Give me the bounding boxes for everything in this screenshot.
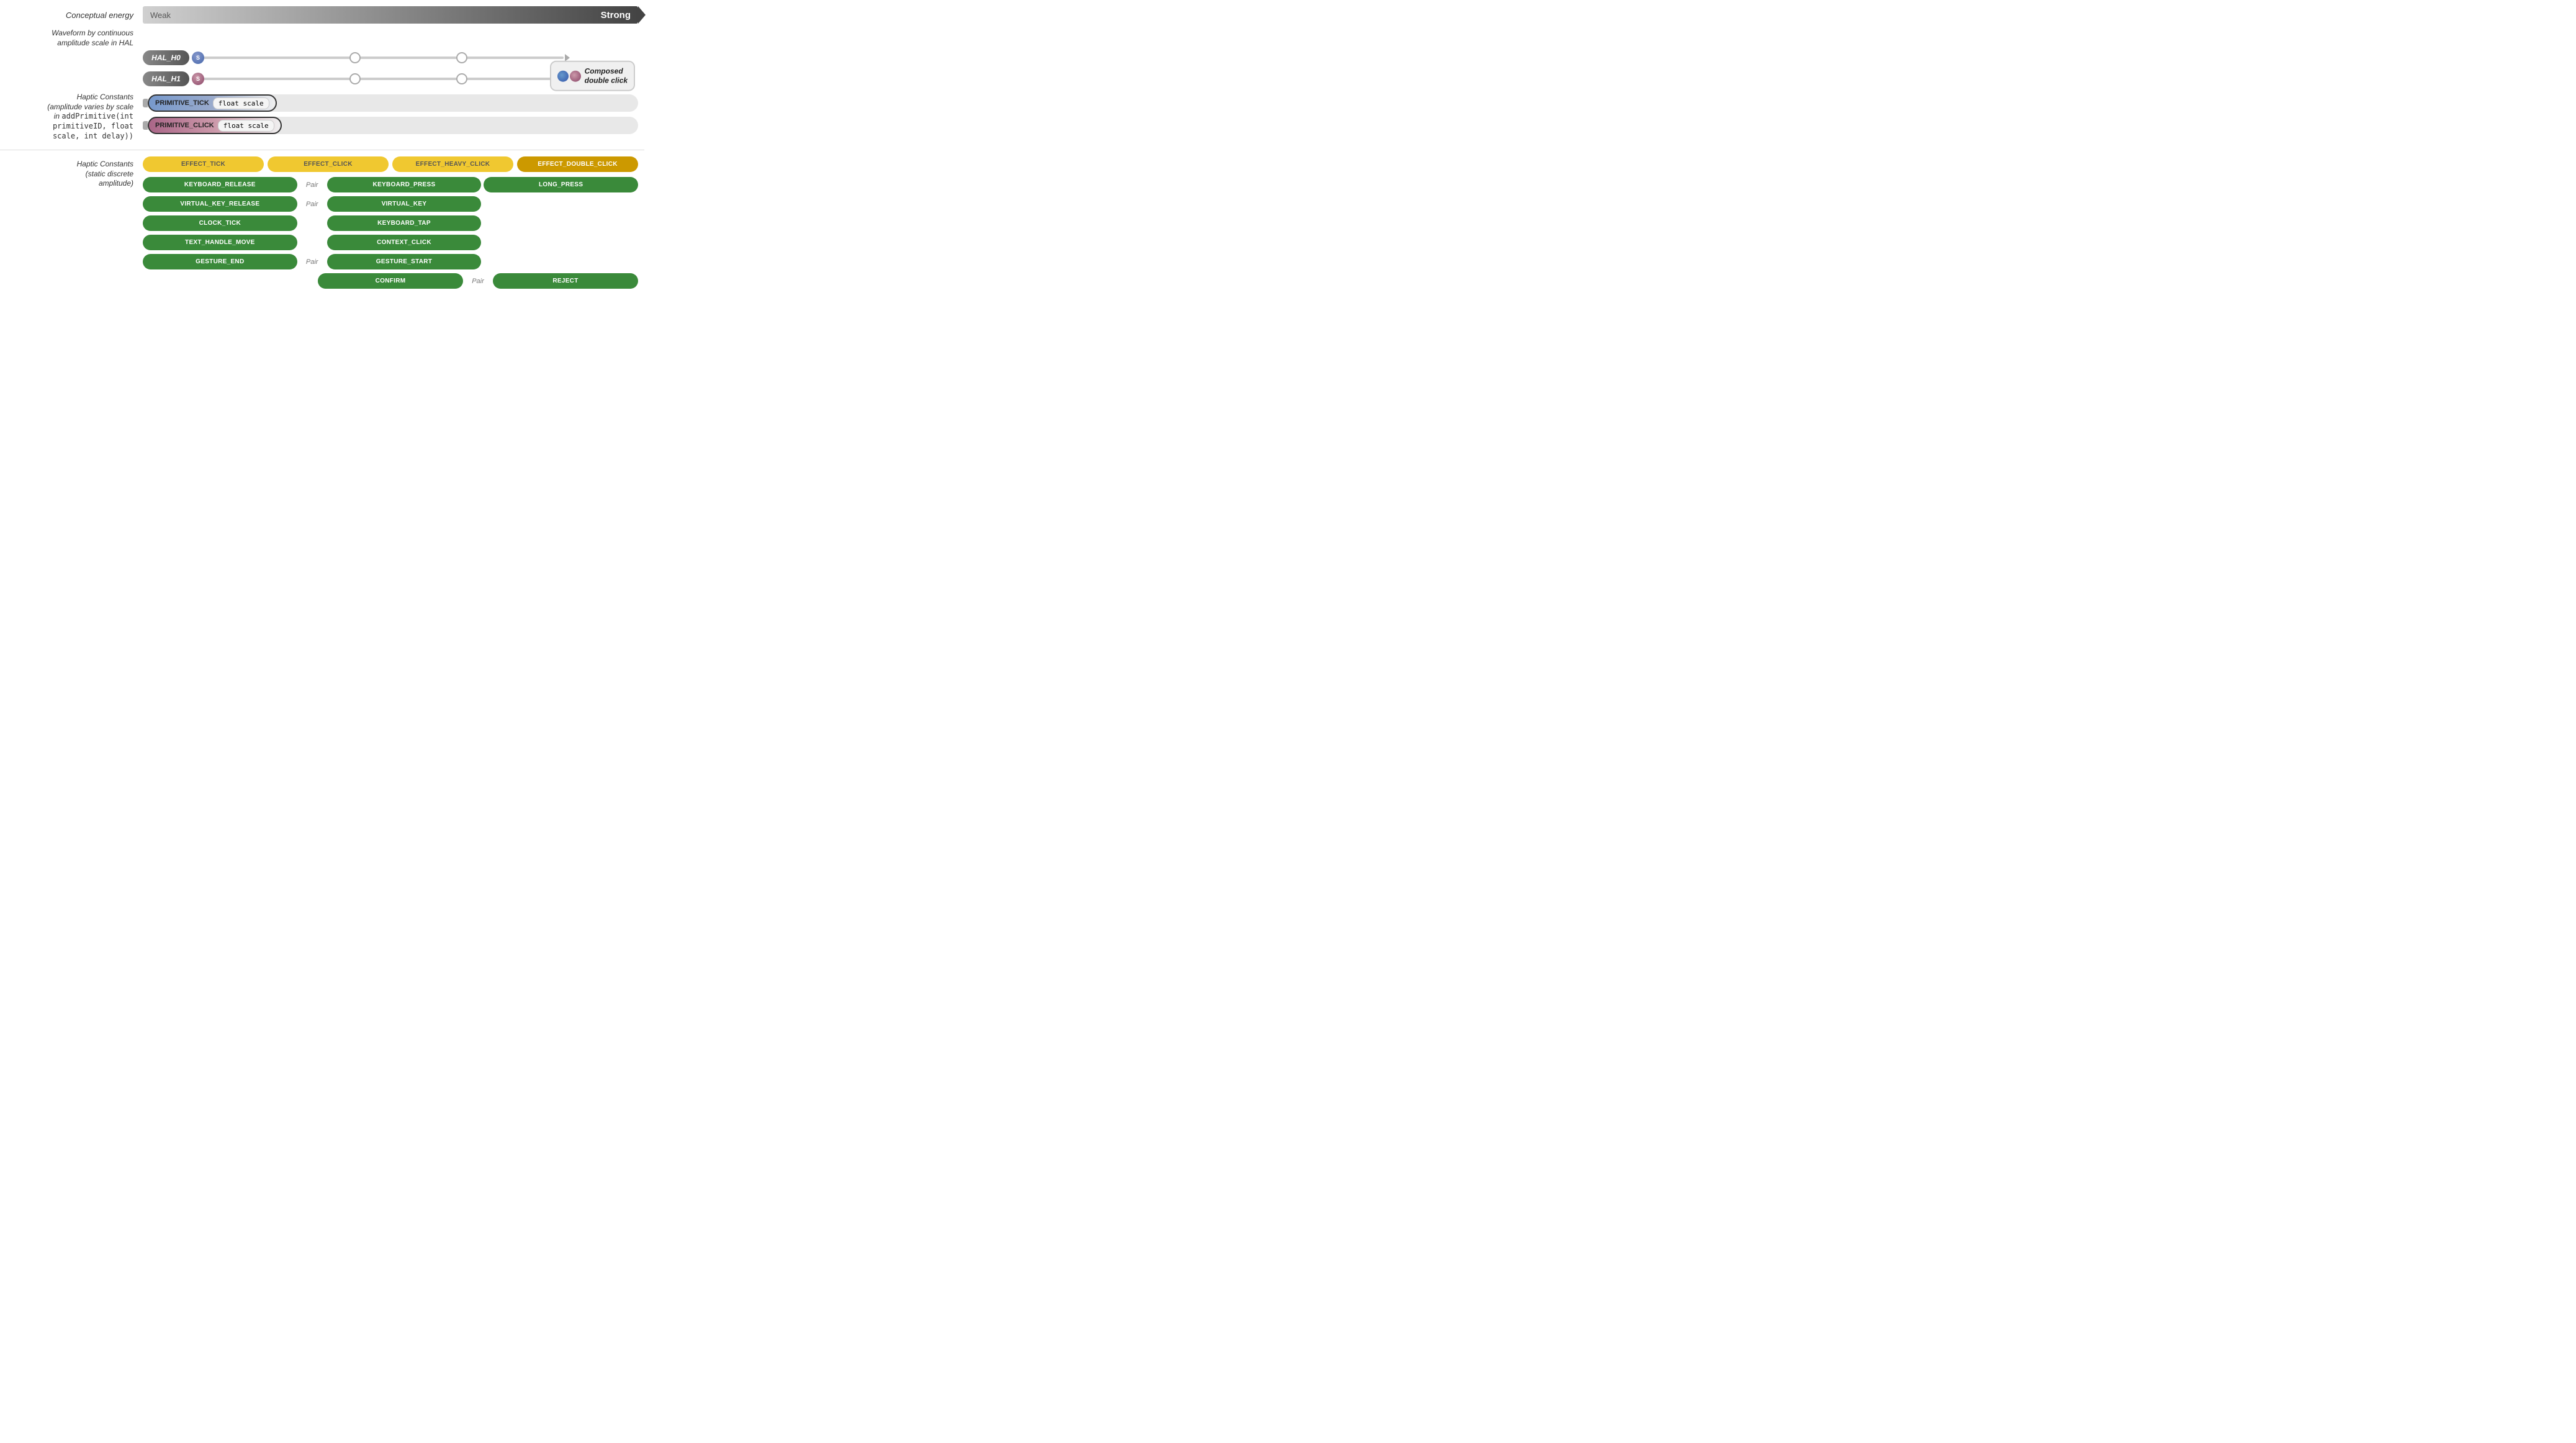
primitive-constants-label: Haptic Constants(amplitude varies by sca… [6, 93, 143, 141]
tick-pill-wrapper: PRIMITIVE_TICK float scale [148, 94, 277, 112]
blue-dot [557, 70, 569, 81]
hal-h1-mid2 [456, 73, 467, 84]
primitive-tick-row: PRIMITIVE_TICK float scale [143, 94, 638, 112]
virtual-key-button[interactable]: VIRTUAL_KEY [327, 196, 482, 212]
gesture-end-button[interactable]: GESTURE_END [143, 254, 297, 269]
waveform-label-row: Waveform by continuousamplitude scale in… [0, 29, 644, 48]
effects-row: EFFECT_TICK EFFECT_CLICK EFFECT_HEAVY_CL… [143, 156, 638, 172]
pink-dot [570, 70, 581, 81]
effect-double-click-button[interactable]: EFFECT_DOUBLE_CLICK [517, 156, 638, 172]
keyboard-release-row: KEYBOARD_RELEASE Pair KEYBOARD_PRESS LON… [143, 177, 638, 192]
energy-bar: Weak Strong [143, 6, 638, 24]
hal-h0-pill: HAL_H0 [143, 50, 189, 65]
reject-button[interactable]: REJECT [493, 273, 638, 289]
primitive-rows: PRIMITIVE_TICK float scale PRIMITIVE_CLI… [143, 94, 638, 139]
gesture-start-button[interactable]: GESTURE_START [327, 254, 482, 269]
composed-badge-text: Composeddouble click [585, 67, 628, 85]
confirm-row: CONFIRM Pair REJECT [143, 273, 638, 289]
main-container: Conceptual energy Weak Strong Waveform b… [0, 0, 644, 299]
keyboard-release-button[interactable]: KEYBOARD_RELEASE [143, 177, 297, 192]
hal-h1-track[interactable]: S [194, 78, 564, 80]
pair-label-5: Pair [300, 258, 325, 266]
text-handle-row: TEXT_HANDLE_MOVE CONTEXT_CLICK [143, 235, 638, 250]
primitive-tick-pill: PRIMITIVE_TICK float scale [148, 94, 277, 112]
waveform-label: Waveform by continuousamplitude scale in… [6, 29, 143, 48]
primitive-tick-scale: float scale [213, 97, 269, 109]
discrete-content: EFFECT_TICK EFFECT_CLICK EFFECT_HEAVY_CL… [143, 156, 638, 292]
hal-h1-pill: HAL_H1 [143, 71, 189, 86]
effect-heavy-click-button[interactable]: EFFECT_HEAVY_CLICK [392, 156, 513, 172]
long-press-button[interactable]: LONG_PRESS [484, 177, 638, 192]
conceptual-energy-label: Conceptual energy [6, 11, 143, 20]
primitive-click-pill: PRIMITIVE_CLICK float scale [148, 117, 282, 134]
hal-h1-row: HAL_H1 S Composeddouble click [143, 71, 564, 86]
hal-h1-start-dot: S [192, 73, 204, 85]
virtual-key-release-row: VIRTUAL_KEY_RELEASE Pair VIRTUAL_KEY [143, 196, 638, 212]
keyboard-tap-button[interactable]: KEYBOARD_TAP [327, 215, 482, 231]
primitive-click-row: PRIMITIVE_CLICK float scale [143, 117, 638, 134]
hal-h0-mid2 [456, 52, 467, 63]
hal-h0-mid1 [349, 52, 361, 63]
composed-double-click-badge: Composeddouble click [550, 61, 635, 91]
click-pill-wrapper: PRIMITIVE_CLICK float scale [148, 117, 282, 134]
discrete-section: Haptic Constants(static discreteamplitud… [0, 156, 644, 292]
primitive-click-track[interactable]: PRIMITIVE_CLICK float scale [148, 117, 638, 134]
badge-dots [557, 70, 581, 81]
hal-h0-track[interactable]: S [194, 57, 564, 59]
virtual-key-release-button[interactable]: VIRTUAL_KEY_RELEASE [143, 196, 297, 212]
energy-bar-container: Weak Strong [143, 6, 638, 24]
context-click-button[interactable]: CONTEXT_CLICK [327, 235, 482, 250]
primitive-tick-track[interactable]: PRIMITIVE_TICK float scale [148, 94, 638, 112]
clock-tick-button[interactable]: CLOCK_TICK [143, 215, 297, 231]
hal-sliders-area: HAL_H0 S HAL_H1 S [143, 50, 638, 93]
keyboard-press-button[interactable]: KEYBOARD_PRESS [327, 177, 482, 192]
conceptual-energy-row: Conceptual energy Weak Strong [0, 6, 644, 24]
effect-click-button[interactable]: EFFECT_CLICK [268, 156, 389, 172]
discrete-label: Haptic Constants(static discreteamplitud… [6, 156, 143, 189]
primitive-tick-name: PRIMITIVE_TICK [155, 99, 209, 107]
primitive-click-scale: float scale [218, 120, 274, 132]
click-nub [143, 121, 148, 130]
effect-tick-button[interactable]: EFFECT_TICK [143, 156, 264, 172]
tick-nub [143, 99, 148, 107]
pair-label-2: Pair [300, 201, 325, 208]
hal-h0-start-dot: S [192, 52, 204, 64]
primitive-click-name: PRIMITIVE_CLICK [155, 122, 214, 129]
hal-h0-row: HAL_H0 S [143, 50, 564, 65]
clock-tick-row: CLOCK_TICK KEYBOARD_TAP [143, 215, 638, 231]
primitive-section: Haptic Constants(amplitude varies by sca… [0, 93, 644, 141]
hal-rows-container: HAL_H0 S HAL_H1 S [0, 50, 644, 93]
gesture-end-row: GESTURE_END Pair GESTURE_START [143, 254, 638, 269]
weak-label: Weak [150, 11, 171, 20]
pair-label-confirm: Pair [466, 278, 490, 285]
hal-h1-mid1 [349, 73, 361, 84]
text-handle-move-button[interactable]: TEXT_HANDLE_MOVE [143, 235, 297, 250]
strong-label: Strong [601, 10, 631, 20]
pair-label-1: Pair [300, 181, 325, 189]
confirm-button[interactable]: CONFIRM [318, 273, 463, 289]
